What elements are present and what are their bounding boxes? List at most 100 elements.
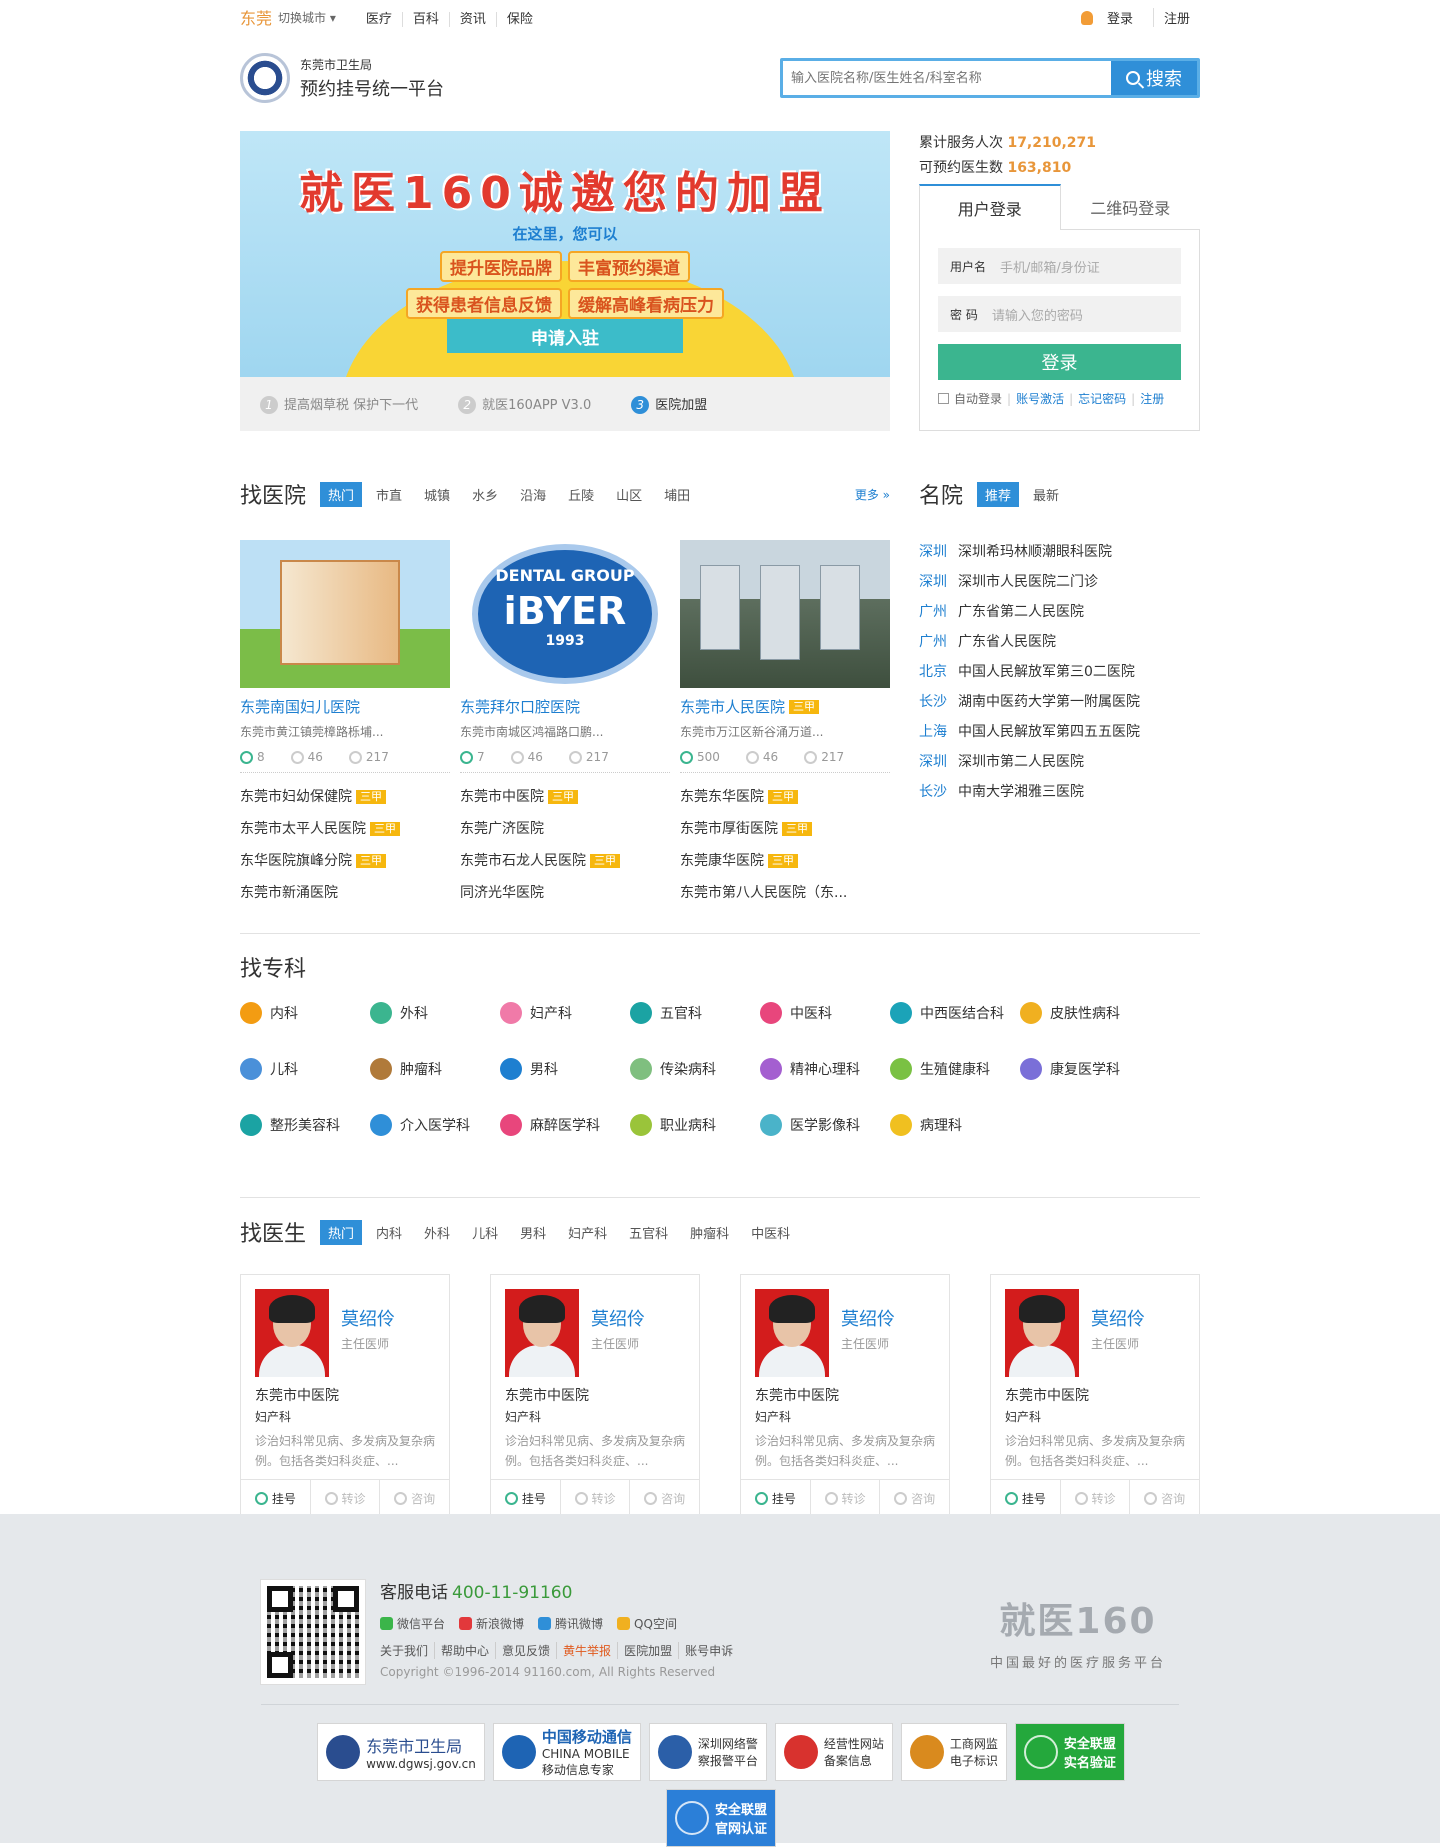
register-button[interactable]: 挂号 — [241, 1480, 310, 1517]
tab-coast[interactable]: 沿海 — [512, 482, 554, 507]
hospital-card[interactable]: DENTAL GROUP iBYER 1993 东莞拜尔口腔医院 东莞市南城区鸿福路… — [460, 540, 670, 909]
hospital-list-item[interactable]: 东莞市第八人民医院（东... — [680, 877, 890, 909]
apply-join-button[interactable]: 申请入驻 — [447, 319, 683, 353]
doctor-card[interactable]: 莫绍伶 主任医师 东莞市中医院 妇产科 诊治妇科常见病、多发病及复杂病例。包括各类妇科… — [240, 1274, 450, 1517]
banner-carousel[interactable]: 就医160诚邀您的加盟 在这里，您可以 提升医院品牌 丰富预约渠道 获得患者信息反… — [240, 131, 890, 431]
famous-city[interactable]: 深圳 — [919, 541, 958, 561]
social-link[interactable]: 腾讯微博 — [538, 1615, 603, 1632]
doc-tab-surgery[interactable]: 外科 — [416, 1220, 458, 1245]
footer-link[interactable]: 关于我们 — [380, 1642, 434, 1659]
footer-link[interactable]: 医院加盟 — [617, 1642, 678, 1659]
famous-hospital-item[interactable]: 深圳 深圳希玛林顺潮眼科医院 — [919, 536, 1200, 566]
famous-name[interactable]: 中南大学湘雅三医院 — [958, 781, 1084, 801]
password-field[interactable]: 密 码请输入您的密码 — [938, 296, 1181, 332]
tab-town[interactable]: 城镇 — [416, 482, 458, 507]
hospital-name[interactable]: 东莞拜尔口腔医院 — [460, 696, 670, 717]
auto-login-checkbox[interactable] — [938, 393, 949, 404]
search-input[interactable] — [783, 61, 1111, 95]
referral-button[interactable]: 转诊 — [559, 1480, 630, 1517]
consult-button[interactable]: 咨询 — [379, 1480, 449, 1517]
department-item[interactable]: 职业病科 — [630, 1113, 760, 1137]
footer-link[interactable]: 账号申诉 — [678, 1642, 739, 1659]
footer-link[interactable]: 意见反馈 — [495, 1642, 556, 1659]
famous-city[interactable]: 上海 — [919, 721, 958, 741]
doctor-photo[interactable] — [255, 1289, 329, 1377]
tab-hill[interactable]: 丘陵 — [560, 482, 602, 507]
tab-water[interactable]: 水乡 — [464, 482, 506, 507]
department-item[interactable]: 麻醉医学科 — [500, 1113, 630, 1137]
department-item[interactable]: 整形美容科 — [240, 1113, 370, 1137]
auto-login-label[interactable]: 自动登录 — [954, 390, 1002, 407]
famous-hospital-item[interactable]: 深圳 深圳市第二人民医院 — [919, 746, 1200, 776]
hospital-list-item[interactable]: 同济光华医院 — [460, 877, 670, 909]
tab-city[interactable]: 市直 — [368, 482, 410, 507]
department-item[interactable]: 肿瘤科 — [370, 1057, 500, 1081]
login-link[interactable]: 登录 — [1071, 8, 1153, 27]
certification-badge[interactable]: 安全联盟 官网认证 — [665, 1789, 776, 1847]
famous-hospital-item[interactable]: 广州 广东省第二人民医院 — [919, 596, 1200, 626]
login-register-link[interactable]: 注册 — [1140, 390, 1164, 407]
doctor-card[interactable]: 莫绍伶 主任医师 东莞市中医院 妇产科 诊治妇科常见病、多发病及复杂病例。包括各类妇科… — [490, 1274, 700, 1517]
department-item[interactable]: 妇产科 — [500, 1001, 630, 1025]
famous-name[interactable]: 中国人民解放军第三0二医院 — [958, 661, 1135, 681]
banner-image[interactable]: 就医160诚邀您的加盟 在这里，您可以 提升医院品牌 丰富预约渠道 获得患者信息反… — [240, 131, 890, 377]
hospital-photo[interactable]: DENTAL GROUP iBYER 1993 — [460, 540, 670, 688]
hospital-list-item[interactable]: 东华医院旗峰分院 三甲 — [240, 845, 450, 877]
nav-insurance[interactable]: 保险 — [495, 11, 543, 27]
slide-3[interactable]: 3 医院加盟 — [631, 394, 707, 414]
hospital-list-item[interactable]: 东莞市妇幼保健院 三甲 — [240, 781, 450, 813]
famous-name[interactable]: 深圳市第二人民医院 — [958, 751, 1084, 771]
referral-button[interactable]: 转诊 — [309, 1480, 380, 1517]
hospital-photo[interactable] — [240, 540, 450, 688]
hospital-name[interactable]: 东莞市人民医院 三甲 — [680, 696, 890, 717]
certification-badge[interactable]: 工商网监 电子标识 — [900, 1723, 1007, 1781]
department-item[interactable]: 中西医结合科 — [890, 1001, 1020, 1025]
famous-city[interactable]: 深圳 — [919, 571, 958, 591]
hospital-list-item[interactable]: 东莞市新涌医院 — [240, 877, 450, 909]
register-button[interactable]: 挂号 — [991, 1480, 1060, 1517]
department-item[interactable]: 外科 — [370, 1001, 500, 1025]
register-button[interactable]: 挂号 — [491, 1480, 560, 1517]
famous-city[interactable]: 广州 — [919, 631, 958, 651]
famous-name[interactable]: 深圳市人民医院二门诊 — [958, 571, 1098, 591]
hospital-card[interactable]: 东莞市人民医院 三甲 东莞市万江区新谷涌万道... 500 46 217 东莞东华医院… — [680, 540, 890, 909]
famous-hospital-item[interactable]: 北京 中国人民解放军第三0二医院 — [919, 656, 1200, 686]
doctor-name[interactable]: 莫绍伶 — [841, 1305, 895, 1331]
doc-tab-hot[interactable]: 热门 — [320, 1219, 363, 1245]
nav-medical[interactable]: 医疗 — [366, 12, 402, 27]
certification-badge[interactable]: 安全联盟 实名验证 — [1014, 1723, 1125, 1781]
tab-recommended[interactable]: 推荐 — [977, 481, 1020, 507]
doctor-card[interactable]: 莫绍伶 主任医师 东莞市中医院 妇产科 诊治妇科常见病、多发病及复杂病例。包括各类妇科… — [990, 1274, 1200, 1517]
doctor-name[interactable]: 莫绍伶 — [341, 1305, 395, 1331]
hospital-list-item[interactable]: 东莞市石龙人民医院 三甲 — [460, 845, 670, 877]
department-item[interactable]: 男科 — [500, 1057, 630, 1081]
tab-mountain[interactable]: 山区 — [608, 482, 650, 507]
famous-city[interactable]: 深圳 — [919, 751, 958, 771]
doc-tab-ent[interactable]: 五官科 — [621, 1220, 676, 1245]
department-item[interactable]: 传染病科 — [630, 1057, 760, 1081]
doctor-card[interactable]: 莫绍伶 主任医师 东莞市中医院 妇产科 诊治妇科常见病、多发病及复杂病例。包括各类妇科… — [740, 1274, 950, 1517]
register-button[interactable]: 挂号 — [741, 1480, 810, 1517]
tab-latest[interactable]: 最新 — [1025, 482, 1067, 507]
doc-tab-internal[interactable]: 内科 — [368, 1220, 410, 1245]
slide-2[interactable]: 2 就医160APP V3.0 — [458, 394, 591, 414]
department-item[interactable]: 皮肤性病科 — [1020, 1001, 1150, 1025]
hospital-name[interactable]: 东莞南国妇儿医院 — [240, 696, 450, 717]
health-bureau-logo[interactable] — [240, 53, 290, 103]
famous-city[interactable]: 北京 — [919, 661, 958, 681]
famous-name[interactable]: 深圳希玛林顺潮眼科医院 — [958, 541, 1112, 561]
footer-link[interactable]: 帮助中心 — [434, 1642, 495, 1659]
username-field[interactable]: 用户名 手机/邮箱/身份证 — [938, 248, 1181, 284]
department-item[interactable]: 医学影像科 — [760, 1113, 890, 1137]
register-link[interactable]: 注册 — [1152, 7, 1200, 27]
doc-tab-pediatrics[interactable]: 儿科 — [464, 1220, 506, 1245]
famous-name[interactable]: 中国人民解放军第四五五医院 — [958, 721, 1140, 741]
hospital-list-item[interactable]: 东莞广济医院 — [460, 813, 670, 845]
famous-hospital-item[interactable]: 广州 广东省人民医院 — [919, 626, 1200, 656]
nav-wiki[interactable]: 百科 — [401, 11, 449, 27]
famous-city[interactable]: 长沙 — [919, 691, 958, 711]
doc-tab-andrology[interactable]: 男科 — [512, 1220, 554, 1245]
search-button[interactable]: 搜索 — [1111, 61, 1197, 95]
department-item[interactable]: 中医科 — [760, 1001, 890, 1025]
consult-button[interactable]: 咨询 — [1129, 1480, 1199, 1517]
